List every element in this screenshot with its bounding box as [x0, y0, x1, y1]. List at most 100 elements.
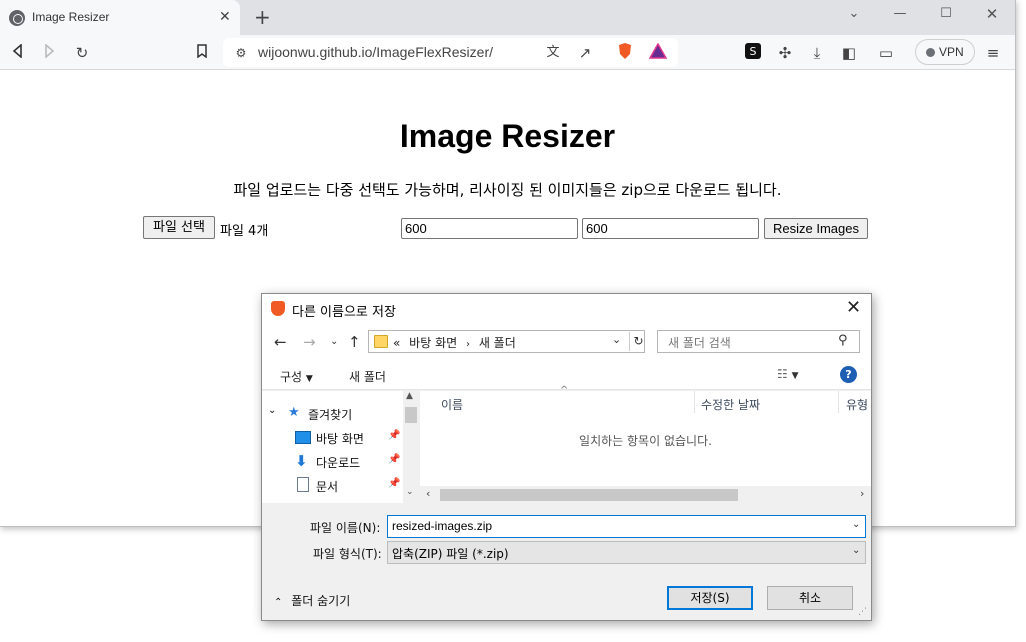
- nav-item-downloads[interactable]: ⬇ 다운로드 📌: [262, 450, 402, 472]
- brave-rewards-icon[interactable]: [648, 42, 668, 63]
- view-options-icon[interactable]: ☷ ▼: [777, 367, 799, 381]
- nav-label-favorites: 즐겨찾기: [308, 408, 353, 422]
- scroll-left-icon[interactable]: ‹: [426, 487, 430, 500]
- search-placeholder: 새 폴더 검색: [668, 336, 731, 350]
- nav-scrollbar[interactable]: ▲ ⌄: [403, 391, 419, 503]
- resize-grip-icon[interactable]: ⋰: [858, 607, 867, 617]
- share-icon[interactable]: ↗: [575, 43, 595, 63]
- height-input[interactable]: 600: [582, 218, 759, 239]
- dialog-titlebar: 다른 이름으로 저장 ✕: [262, 294, 871, 324]
- address-dropdown-icon[interactable]: ⌄: [612, 333, 621, 346]
- organize-button[interactable]: 구성 ▼: [280, 368, 313, 385]
- page-title: Image Resizer: [399, 118, 616, 154]
- refresh-icon[interactable]: ↻: [629, 332, 647, 351]
- pin-icon: 📌: [388, 454, 401, 465]
- tab-image-resizer[interactable]: Image Resizer ✕: [0, 0, 240, 35]
- help-icon[interactable]: ?: [840, 366, 857, 383]
- nav-item-documents[interactable]: 문서 📌: [262, 474, 402, 496]
- vpn-button[interactable]: VPN: [915, 39, 975, 65]
- scroll-down-icon[interactable]: ⌄: [406, 487, 414, 497]
- cancel-button[interactable]: 취소: [767, 586, 853, 610]
- dialog-search-input[interactable]: 새 폴더 검색 ⚲: [657, 330, 860, 353]
- extensions-icon[interactable]: ✣: [775, 43, 795, 63]
- minimize-icon[interactable]: —: [880, 2, 920, 26]
- column-header-type[interactable]: 유형: [846, 396, 868, 413]
- tab-title: Image Resizer: [32, 10, 110, 24]
- new-folder-button[interactable]: 새 폴더: [349, 368, 386, 385]
- site-info-icon[interactable]: ⚙: [231, 43, 251, 63]
- collapse-chevron-icon[interactable]: ⌄: [268, 405, 276, 416]
- column-divider[interactable]: [694, 391, 695, 413]
- reload-icon[interactable]: ↻: [72, 43, 92, 63]
- filename-input[interactable]: resized-images.zip ⌄: [387, 515, 866, 538]
- width-input[interactable]: 600: [401, 218, 578, 239]
- resize-images-button[interactable]: Resize Images: [764, 218, 868, 239]
- nav-item-desktop[interactable]: 바탕 화면 📌: [262, 426, 402, 448]
- browser-toolbar: ↻ ⚙ wijoonwu.github.io/ImageFlexResizer/…: [0, 35, 1015, 70]
- forward-icon[interactable]: [39, 43, 59, 63]
- sidebar-icon[interactable]: ◧: [839, 43, 859, 63]
- nav-item-favorites[interactable]: ⌄ ★ 즐겨찾기: [262, 402, 402, 424]
- filetype-dropdown-icon[interactable]: ⌄: [852, 545, 860, 556]
- star-icon: ★: [288, 405, 300, 420]
- new-tab-icon[interactable]: +: [254, 6, 271, 28]
- wallet-icon[interactable]: ▭: [876, 43, 896, 63]
- nav-scroll-thumb[interactable]: [405, 407, 417, 423]
- column-header-name[interactable]: 이름: [441, 396, 463, 413]
- breadcrumb-new-folder[interactable]: 새 폴더: [479, 336, 516, 350]
- dialog-close-icon[interactable]: ✕: [846, 297, 861, 318]
- file-list-pane: ^ 이름 수정한 날짜 유형 일치하는 항목이 없습니다. ‹ ›: [420, 385, 871, 503]
- file-select-button[interactable]: 파일 선택: [143, 216, 215, 239]
- column-divider[interactable]: [838, 391, 839, 413]
- horizontal-scroll-thumb[interactable]: [440, 489, 738, 501]
- pin-icon: 📌: [388, 478, 401, 489]
- filename-dropdown-icon[interactable]: ⌄: [852, 519, 860, 530]
- breadcrumb-separator-icon: ›: [465, 339, 470, 350]
- tab-strip: Image Resizer ✕ + ⌄ — ☐ ✕: [0, 0, 1015, 35]
- address-bar[interactable]: ⚙ wijoonwu.github.io/ImageFlexResizer/ 文…: [223, 38, 678, 67]
- extension-s-icon[interactable]: S: [743, 43, 763, 63]
- chevron-up-icon: ⌃: [274, 597, 283, 608]
- nav-label-documents: 문서: [316, 480, 339, 494]
- recent-locations-icon[interactable]: ⌄: [330, 336, 338, 347]
- breadcrumb-desktop[interactable]: 바탕 화면: [409, 336, 457, 350]
- dialog-title: 다른 이름으로 저장: [292, 305, 396, 320]
- page-description: 파일 업로드는 다중 선택도 가능하며, 리사이징 된 이미지들은 zip으로 …: [233, 181, 782, 199]
- organize-dropdown-icon: ▼: [305, 374, 313, 384]
- menu-icon[interactable]: ≡: [983, 43, 1003, 63]
- navigation-pane: ⌄ ★ 즐겨찾기 바탕 화면 📌 ⬇ 다운로드 📌 문서 📌 ▲ ⌄: [262, 391, 419, 503]
- document-icon: [297, 477, 309, 492]
- breadcrumb-overflow[interactable]: «: [393, 336, 400, 350]
- empty-message: 일치하는 항목이 없습니다.: [579, 434, 712, 448]
- brave-logo-icon: [271, 301, 285, 316]
- horizontal-scrollbar[interactable]: ‹ ›: [420, 486, 871, 503]
- translate-icon[interactable]: 文: [543, 43, 563, 63]
- up-arrow-icon[interactable]: ↑: [348, 333, 361, 351]
- globe-icon: [9, 10, 25, 26]
- hide-folders-toggle[interactable]: ⌃ 폴더 숨기기: [274, 592, 350, 609]
- close-tab-icon[interactable]: ✕: [219, 9, 231, 25]
- organize-label: 구성: [280, 370, 303, 384]
- scroll-right-icon[interactable]: ›: [860, 487, 864, 500]
- breadcrumb: « 바탕 화면 › 새 폴더: [393, 334, 516, 351]
- url-text: wijoonwu.github.io/ImageFlexResizer/: [258, 44, 493, 60]
- save-button[interactable]: 저장(S): [667, 586, 753, 610]
- dialog-address-bar[interactable]: « 바탕 화면 › 새 폴더 ⌄ ↻: [368, 330, 645, 353]
- dialog-footer: 파일 이름(N): resized-images.zip ⌄ 파일 형식(T):…: [262, 504, 871, 620]
- sort-indicator-icon: ^: [560, 385, 569, 396]
- tab-search-icon[interactable]: ⌄: [834, 2, 874, 26]
- filetype-select[interactable]: 압축(ZIP) 파일 (*.zip) ⌄: [387, 541, 866, 564]
- filename-label: 파일 이름(N):: [310, 521, 381, 535]
- column-header-modified[interactable]: 수정한 날짜: [701, 396, 760, 413]
- nav-label-downloads: 다운로드: [316, 456, 361, 470]
- back-arrow-icon[interactable]: ←: [274, 333, 287, 351]
- brave-shields-icon[interactable]: [615, 43, 635, 63]
- forward-arrow-icon[interactable]: →: [303, 333, 316, 351]
- back-icon[interactable]: [8, 43, 28, 63]
- close-window-icon[interactable]: ✕: [972, 2, 1012, 26]
- vpn-label: VPN: [939, 45, 964, 59]
- bookmark-icon[interactable]: [192, 43, 212, 63]
- download-icon[interactable]: ⤓: [807, 43, 827, 63]
- scroll-up-icon[interactable]: ▲: [406, 391, 413, 401]
- maximize-icon[interactable]: ☐: [926, 2, 966, 26]
